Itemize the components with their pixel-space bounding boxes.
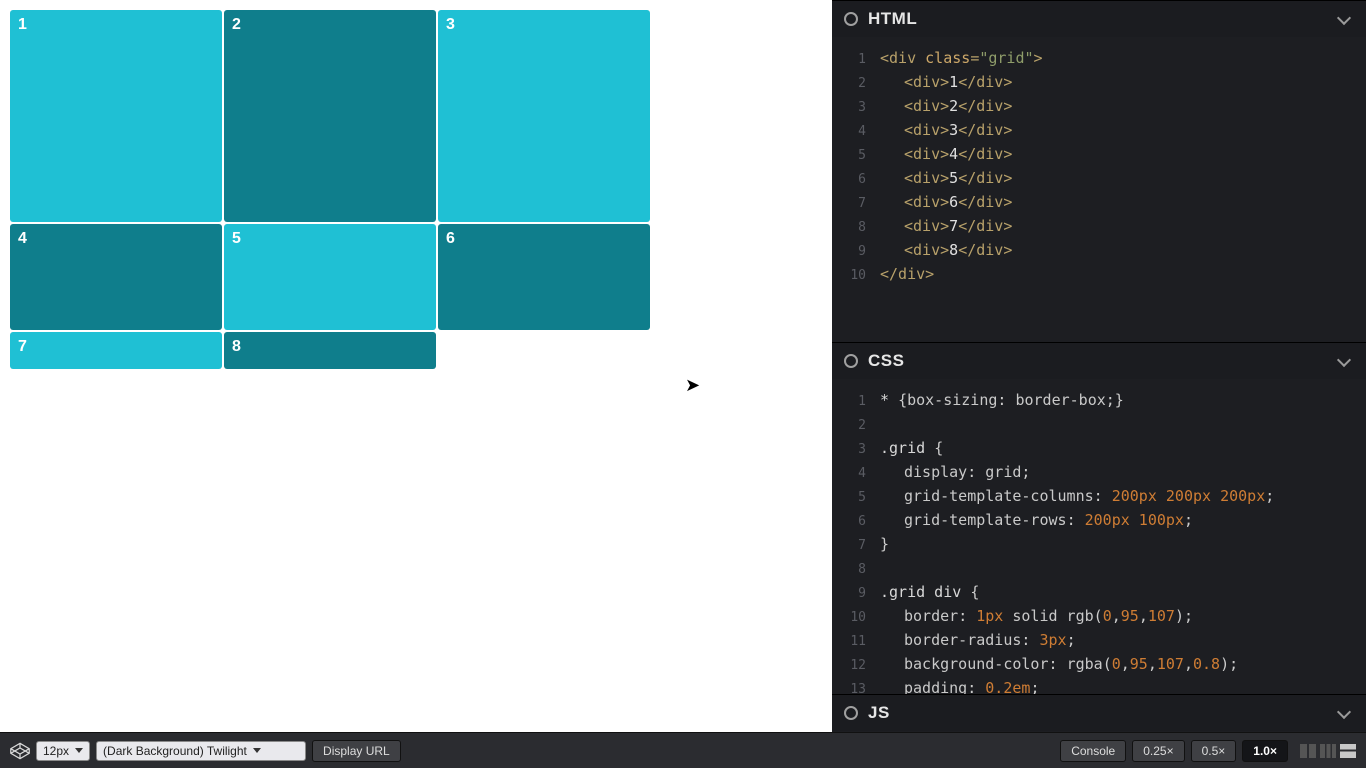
zoom-button[interactable]: 0.5×: [1191, 740, 1237, 762]
grid-cell: 5: [224, 224, 436, 330]
grid-cell: 6: [438, 224, 650, 330]
panel-html: HTML 1<div class="grid">2<div>1</div>3<d…: [832, 0, 1366, 342]
layout-icon[interactable]: [1300, 744, 1316, 758]
panel-header-html: HTML: [832, 0, 1366, 37]
chevron-down-icon[interactable]: [1336, 707, 1354, 719]
gear-icon[interactable]: [844, 706, 858, 720]
console-button[interactable]: Console: [1060, 740, 1126, 762]
grid-cell: 7: [10, 332, 222, 369]
chevron-down-icon[interactable]: [1336, 355, 1354, 367]
layout-icons: [1300, 744, 1356, 758]
caret-down-icon: [253, 748, 261, 753]
footer-bar: 12px (Dark Background) Twilight Display …: [0, 732, 1366, 768]
app-root: 1 2 3 4 5 6 7 8 ➤ HTML 1<div class="grid…: [0, 0, 1366, 732]
codepen-logo-icon[interactable]: [10, 742, 30, 760]
layout-icon[interactable]: [1320, 744, 1336, 758]
panel-js: JS: [832, 694, 1366, 732]
caret-down-icon: [75, 748, 83, 753]
grid-cell: 3: [438, 10, 650, 222]
panel-title: CSS: [868, 351, 904, 371]
font-size-select[interactable]: 12px: [36, 741, 90, 761]
grid-cell: 1: [10, 10, 222, 222]
preview-pane: 1 2 3 4 5 6 7 8 ➤: [0, 0, 832, 732]
select-value: (Dark Background) Twilight: [103, 744, 247, 758]
zoom-button[interactable]: 1.0×: [1242, 740, 1288, 762]
panel-title: JS: [868, 703, 890, 723]
grid-cell: 4: [10, 224, 222, 330]
grid-cell: 8: [224, 332, 436, 369]
grid-cell: 2: [224, 10, 436, 222]
zoom-button[interactable]: 0.25×: [1132, 740, 1184, 762]
theme-select[interactable]: (Dark Background) Twilight: [96, 741, 306, 761]
chevron-down-icon[interactable]: [1336, 13, 1354, 25]
gear-icon[interactable]: [844, 354, 858, 368]
gear-icon[interactable]: [844, 12, 858, 26]
cursor-icon: ➤: [685, 375, 700, 396]
panel-css: CSS 1* {box-sizing: border-box;}2 3.grid…: [832, 342, 1366, 694]
panel-header-css: CSS: [832, 342, 1366, 379]
display-url-button[interactable]: Display URL: [312, 740, 401, 762]
select-value: 12px: [43, 744, 69, 758]
layout-icon[interactable]: [1340, 744, 1356, 758]
html-editor[interactable]: 1<div class="grid">2<div>1</div>3<div>2<…: [832, 37, 1366, 342]
css-editor[interactable]: 1* {box-sizing: border-box;}2 3.grid {4d…: [832, 379, 1366, 694]
panel-title: HTML: [868, 9, 917, 29]
output-grid: 1 2 3 4 5 6 7 8: [10, 10, 832, 369]
editors-column: HTML 1<div class="grid">2<div>1</div>3<d…: [832, 0, 1366, 732]
panel-header-js: JS: [832, 694, 1366, 731]
